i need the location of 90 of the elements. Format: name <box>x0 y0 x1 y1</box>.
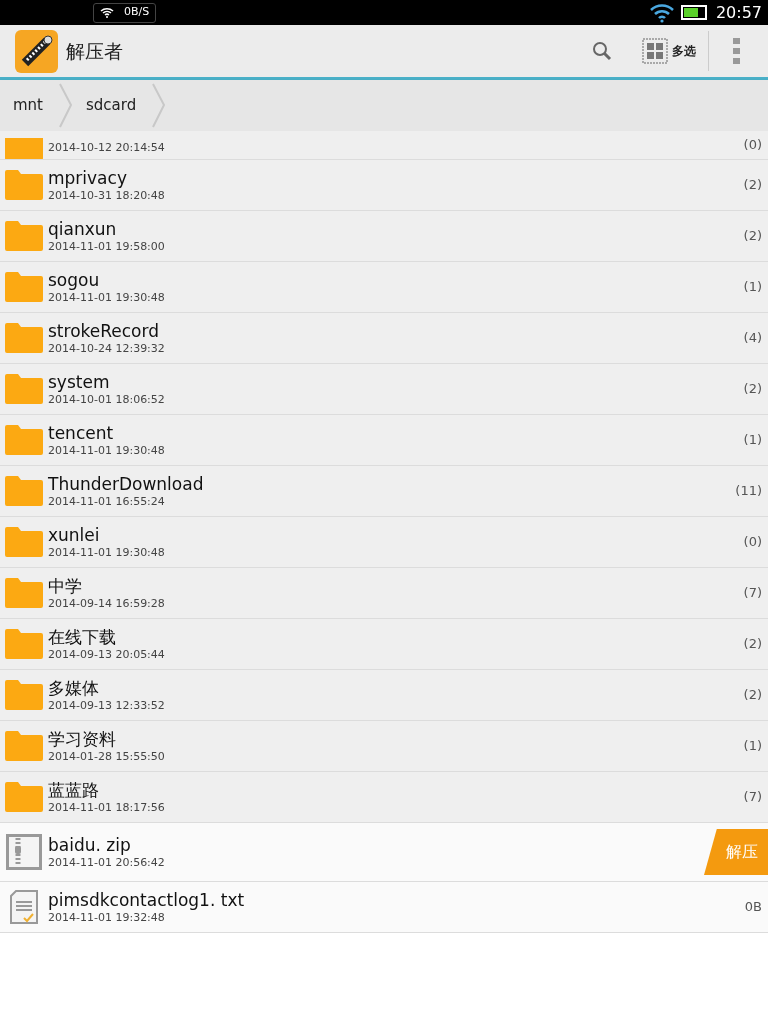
file-row[interactable]: mprivacy 2014-10-31 18:20:48 (2) <box>0 160 768 211</box>
multi-select-button[interactable]: 多选 <box>642 31 709 71</box>
file-row[interactable]: 多媒体 2014-09-13 12:33:52 (2) <box>0 670 768 721</box>
folder-icon <box>5 731 43 761</box>
file-row[interactable]: xunlei 2014-11-01 19:30:48 (0) <box>0 517 768 568</box>
file-row[interactable]: sogou 2014-11-01 19:30:48 (1) <box>0 262 768 313</box>
clock: 20:57 <box>715 1 762 24</box>
file-date: 2014-11-01 19:30:48 <box>48 443 165 458</box>
file-row[interactable]: system 2014-10-01 18:06:52 (2) <box>0 364 768 415</box>
file-date: 2014-01-28 15:55:50 <box>48 749 165 764</box>
item-count: (4) <box>743 329 762 348</box>
file-date: 2014-11-01 19:30:48 <box>48 545 165 560</box>
file-row[interactable]: 学习资料 2014-01-28 15:55:50 (1) <box>0 721 768 772</box>
file-date: 2014-11-01 16:55:24 <box>48 494 166 509</box>
file-row[interactable]: ThunderDownload 2014-11-01 16:55:24 (11) <box>0 466 768 517</box>
file-name: 中学 <box>48 575 83 597</box>
file-date: 2014-11-01 19:32:48 <box>48 910 166 925</box>
item-count: (2) <box>743 380 762 399</box>
item-count: (2) <box>743 635 762 654</box>
battery-icon <box>680 5 707 20</box>
file-row[interactable]: strokeRecord 2014-10-24 12:39:32 (4) <box>0 313 768 364</box>
item-count: (2) <box>743 176 762 195</box>
folder-icon <box>5 782 43 812</box>
file-row[interactable]: tencent 2014-11-01 19:30:48 (1) <box>0 415 768 466</box>
file-name: baidu. zip <box>48 834 132 856</box>
item-count: (11) <box>735 482 762 501</box>
item-count: (1) <box>743 737 762 756</box>
item-count: (7) <box>743 584 762 603</box>
folder-icon <box>5 221 43 251</box>
file-row[interactable]: 在线下载 2014-09-13 20:05:44 (2) <box>0 619 768 670</box>
folder-icon <box>5 323 43 353</box>
folder-icon <box>5 272 43 302</box>
folder-icon <box>5 629 43 659</box>
zip-file-icon <box>6 834 42 870</box>
file-name: system <box>48 371 111 393</box>
file-name: 在线下载 <box>48 626 117 648</box>
folder-icon <box>5 138 43 159</box>
file-name: mprivacy <box>48 167 128 189</box>
file-date: 2014-10-31 18:20:48 <box>48 188 165 203</box>
file-row[interactable]: qianxun 2014-11-01 19:58:00 (2) <box>0 211 768 262</box>
file-row[interactable]: 2014-10-12 20:14:54 (0) <box>0 131 768 160</box>
file-date: 2014-09-14 16:59:28 <box>48 596 165 611</box>
file-date: 2014-11-01 18:17:56 <box>48 800 165 815</box>
file-date: 2014-10-01 18:06:52 <box>48 392 165 407</box>
breadcrumb[interactable]: mnt <box>0 80 73 131</box>
item-count: 0B <box>744 898 762 917</box>
wifi-icon <box>100 7 114 18</box>
item-count: (7) <box>743 788 762 807</box>
item-count: (2) <box>743 227 762 246</box>
item-count: (2) <box>743 686 762 705</box>
folder-icon <box>5 425 43 455</box>
search-icon[interactable] <box>592 41 612 61</box>
folder-icon <box>5 527 43 557</box>
file-date: 2014-09-13 20:05:44 <box>48 647 165 662</box>
file-row[interactable]: 蓝蓝路 2014-11-01 18:17:56 (7) <box>0 772 768 823</box>
item-count: (1) <box>743 278 762 297</box>
grid-icon <box>642 38 668 64</box>
text-file-icon <box>10 890 38 924</box>
folder-icon <box>5 578 43 608</box>
file-name: ThunderDownload <box>48 473 204 495</box>
file-date: 2014-11-01 19:30:48 <box>48 290 165 305</box>
file-date: 2014-09-13 12:33:52 <box>48 698 165 713</box>
file-row[interactable]: 中学 2014-09-14 16:59:28 (7) <box>0 568 768 619</box>
app-title: 解压者 <box>66 38 123 64</box>
file-date: 2014-11-01 20:56:42 <box>48 855 165 870</box>
file-row[interactable]: pimsdkcontactlog1. txt 2014-11-01 19:32:48 0B <box>0 882 768 933</box>
network-speed: 0B/S <box>124 4 150 21</box>
file-date: 2014-10-12 20:14:54 <box>48 141 165 155</box>
wifi-icon <box>648 2 675 23</box>
file-name: xunlei <box>48 524 101 546</box>
item-count: (0) <box>743 136 762 155</box>
file-name: sogou <box>48 269 101 291</box>
file-date: 2014-10-24 12:39:32 <box>48 341 165 356</box>
file-name: qianxun <box>48 218 118 240</box>
file-name: strokeRecord <box>48 320 160 342</box>
file-name: 蓝蓝路 <box>48 779 100 801</box>
folder-icon <box>5 170 43 200</box>
file-name: pimsdkcontactlog1. txt <box>48 889 245 911</box>
folder-icon <box>5 680 43 710</box>
item-count: (1) <box>743 431 762 450</box>
file-row[interactable]: baidu. zip 2014-11-01 20:56:42 解压 <box>0 823 768 882</box>
file-name: 学习资料 <box>48 728 117 750</box>
item-count: (0) <box>743 533 762 552</box>
file-name: tencent <box>48 422 115 444</box>
file-name: 多媒体 <box>48 677 100 699</box>
app-logo <box>15 29 58 73</box>
file-date: 2014-11-01 19:58:00 <box>48 239 165 254</box>
breadcrumb[interactable]: sdcard <box>73 80 167 131</box>
folder-icon <box>5 374 43 404</box>
folder-icon <box>5 476 43 506</box>
